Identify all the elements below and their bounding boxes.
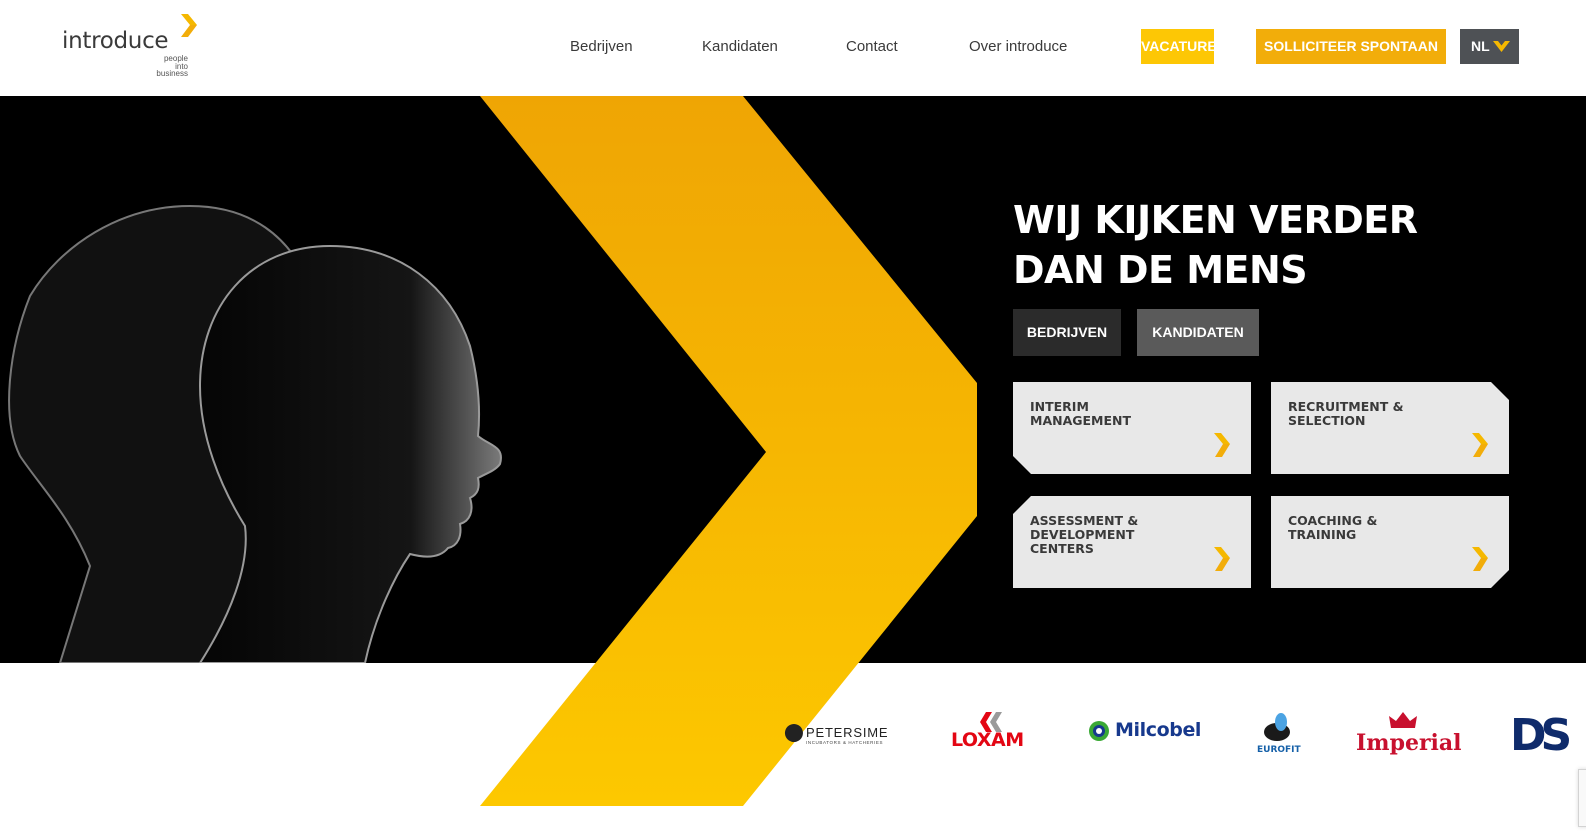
chevron-down-icon	[1493, 41, 1510, 52]
recaptcha-badge[interactable]	[1578, 769, 1586, 827]
solliciteer-spontaan-button[interactable]: SOLLICITEER SPONTAAN	[1256, 29, 1446, 64]
nav-kandidaten[interactable]: Kandidaten	[702, 38, 778, 55]
client-logo-ds: DS	[1510, 710, 1572, 761]
hero-section: WIJ KIJKEN VERDER DAN DE MENS BEDRIJVEN …	[0, 96, 1586, 663]
site-header: introduce people into business Bedrijven…	[0, 0, 1586, 96]
nav-bedrijven[interactable]: Bedrijven	[570, 38, 633, 55]
hero-kandidaten-button[interactable]: KANDIDATEN	[1137, 309, 1259, 356]
service-tile-label: ASSESSMENT & DEVELOPMENT CENTERS	[1030, 513, 1139, 556]
hero-bedrijven-button[interactable]: BEDRIJVEN	[1013, 309, 1121, 356]
service-tile-label: RECRUITMENT & SELECTION	[1288, 399, 1404, 428]
introduce-chevron-icon	[181, 14, 197, 37]
introduce-logo[interactable]: introduce people into business	[62, 14, 202, 82]
language-selector[interactable]: NL	[1460, 29, 1519, 64]
logo-tagline: people into business	[156, 54, 188, 78]
introduce-chevron-icon	[1214, 547, 1230, 571]
client-logo-imperial: Imperial	[1356, 710, 1462, 758]
vacatures-button[interactable]: VACATURES	[1141, 29, 1226, 64]
service-tile-interim-management[interactable]: INTERIM MANAGEMENT	[1013, 382, 1251, 474]
crown-icon	[1389, 712, 1417, 728]
hero-title: WIJ KIJKEN VERDER DAN DE MENS	[1013, 198, 1418, 292]
service-tile-label: COACHING & TRAINING	[1288, 513, 1378, 542]
language-label: NL	[1471, 38, 1490, 54]
client-logo-loxam: LOXAM	[951, 712, 1031, 752]
petersime-emblem-icon	[784, 724, 803, 742]
eurofit-emblem-icon	[1264, 713, 1290, 741]
service-tile-label: INTERIM MANAGEMENT	[1030, 399, 1132, 428]
introduce-chevron-icon	[1472, 547, 1491, 573]
service-tile-assessment-development-centers[interactable]: ASSESSMENT & DEVELOPMENT CENTERS	[1013, 496, 1251, 588]
introduce-chevron-icon	[1214, 433, 1233, 459]
client-logo-eurofit: EUROFIT	[1257, 712, 1301, 756]
milcobel-emblem-icon	[1089, 721, 1109, 741]
nav-over-introduce[interactable]: Over introduce	[969, 38, 1067, 55]
logo-wordmark: introduce	[62, 28, 169, 54]
service-tile-coaching-training[interactable]: COACHING & TRAINING	[1271, 496, 1509, 588]
hero-silhouette-image	[8, 204, 502, 663]
introduce-chevron-icon	[1472, 433, 1491, 459]
nav-contact[interactable]: Contact	[846, 38, 898, 55]
service-tile-recruitment-selection[interactable]: RECRUITMENT & SELECTION	[1271, 382, 1509, 474]
